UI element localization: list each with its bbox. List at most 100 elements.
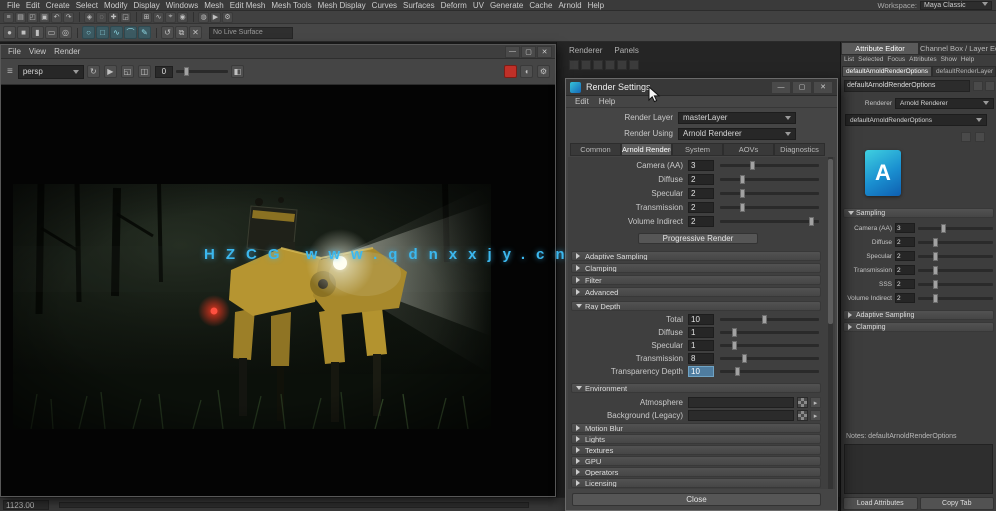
section-gpu[interactable]: GPU — [571, 456, 821, 466]
menu-edit[interactable]: Edit — [570, 97, 594, 106]
save-scene-icon[interactable]: ▣ — [39, 11, 50, 23]
slider-handle[interactable] — [933, 251, 938, 261]
close-button[interactable]: ✕ — [813, 80, 833, 94]
render-view-menu-file[interactable]: File — [4, 47, 25, 56]
section-textures[interactable]: Textures — [571, 445, 821, 455]
checker-map-icon[interactable] — [797, 410, 808, 421]
history-icon[interactable]: ↺ — [161, 26, 174, 39]
select-mask-icon[interactable]: ◈ — [84, 11, 95, 23]
menu-help[interactable]: Help — [585, 1, 607, 10]
scrollbar-track[interactable] — [828, 157, 833, 489]
diffuse-samples-slider[interactable] — [720, 175, 819, 184]
tab-diagnostics[interactable]: Diagnostics — [774, 143, 825, 156]
menu-windows[interactable]: Windows — [163, 1, 201, 10]
value-field[interactable]: 2 — [895, 293, 915, 303]
render-view-menu-render[interactable]: Render — [50, 47, 84, 56]
ray-total-slider[interactable] — [720, 315, 819, 324]
transmission-samples-slider[interactable] — [720, 203, 819, 212]
menu-modify[interactable]: Modify — [101, 1, 131, 10]
display-channel-icon[interactable]: ◧ — [230, 65, 244, 78]
poly-torus-icon[interactable]: ◎ — [59, 26, 72, 39]
slider-handle[interactable] — [731, 328, 737, 337]
menu-attributes[interactable]: Attributes — [909, 56, 936, 65]
section-operators[interactable]: Operators — [571, 467, 821, 477]
slider-handle[interactable] — [940, 223, 946, 233]
open-scene-icon[interactable]: ◰ — [27, 11, 38, 23]
menu-mesh-tools[interactable]: Mesh Tools — [268, 1, 314, 10]
section-ray-depth[interactable]: Ray Depth — [571, 301, 821, 311]
frame-field[interactable]: 1123.00 — [3, 499, 49, 510]
render-view-menu-view[interactable]: View — [25, 47, 50, 56]
snap-point-icon[interactable]: ⌖ — [165, 11, 176, 23]
tab-arnold-renderer[interactable]: Arnold Renderer — [621, 143, 672, 156]
presets-icon[interactable] — [985, 81, 995, 91]
ray-diffuse-slider[interactable] — [720, 328, 819, 337]
connection-icon[interactable]: ▸ — [810, 410, 821, 421]
transmission-samples-field[interactable]: 2 — [688, 202, 714, 213]
maximize-button[interactable]: ▢ — [792, 80, 812, 94]
maximize-button[interactable]: ▢ — [521, 45, 536, 58]
background-field[interactable] — [688, 410, 794, 421]
main-menu-icon[interactable]: ≡ — [3, 11, 14, 23]
section-environment[interactable]: Environment — [571, 383, 821, 393]
copy-tab-button[interactable]: Copy Tab — [919, 497, 994, 510]
slider-handle[interactable] — [749, 161, 755, 170]
panel-menu-renderer[interactable]: Renderer — [569, 46, 602, 55]
menu-edit[interactable]: Edit — [23, 1, 43, 10]
menu-arnold[interactable]: Arnold — [555, 1, 584, 10]
value-field[interactable]: 2 — [895, 265, 915, 275]
tab-attribute-editor[interactable]: Attribute Editor — [841, 42, 919, 55]
gamma-slider[interactable] — [175, 67, 228, 76]
menu-file[interactable]: File — [4, 1, 23, 10]
scale-tool-icon[interactable]: ◲ — [120, 11, 131, 23]
scrollbar-thumb[interactable] — [828, 159, 833, 324]
minimize-button[interactable]: — — [505, 45, 520, 58]
toolbar-menu-icon[interactable]: ≡ — [5, 66, 15, 77]
section-motion-blur[interactable]: Motion Blur — [571, 423, 821, 433]
nurbs-circle-icon[interactable]: ○ — [82, 26, 95, 39]
gamma-value-field[interactable]: 0 — [154, 65, 173, 78]
node-select-dropdown[interactable]: defaultArnoldRenderOptions — [845, 114, 987, 126]
slider-handle[interactable] — [809, 217, 815, 226]
camera-aa-field[interactable]: 3 — [688, 160, 714, 171]
undo-icon[interactable]: ↶ — [51, 11, 62, 23]
value-field[interactable]: 2 — [895, 279, 915, 289]
specular-samples-slider[interactable] — [720, 189, 819, 198]
menu-focus[interactable]: Focus — [887, 56, 905, 65]
section-lights[interactable]: Lights — [571, 434, 821, 444]
ray-specular-slider[interactable] — [720, 341, 819, 350]
tab-common[interactable]: Common — [570, 143, 621, 156]
slider[interactable] — [918, 223, 993, 233]
ae-renderer-selector[interactable]: Arnold Renderer — [895, 97, 994, 109]
menu-selected[interactable]: Selected — [858, 56, 883, 65]
section-sampling[interactable]: Sampling — [843, 208, 994, 218]
ipr-render-icon[interactable]: ▶ — [210, 11, 221, 23]
slider-handle[interactable] — [739, 189, 745, 198]
connection-icon[interactable]: ▸ — [810, 397, 821, 408]
render-current-frame-icon[interactable]: ◍ — [198, 11, 209, 23]
checker-map-icon[interactable] — [797, 397, 808, 408]
snap-view-icon[interactable]: ◉ — [177, 11, 188, 23]
new-scene-icon[interactable]: ▤ — [15, 11, 26, 23]
node-name-field[interactable]: defaultArnoldRenderOptions — [844, 80, 970, 92]
atmosphere-field[interactable] — [688, 397, 794, 408]
section-filter[interactable]: Filter — [571, 275, 821, 285]
section-adaptive-sampling[interactable]: Adaptive Sampling — [843, 310, 994, 320]
camera-selector[interactable]: persp — [17, 64, 84, 79]
menu-deform[interactable]: Deform — [438, 1, 470, 10]
slider[interactable] — [918, 293, 993, 303]
snap-curve-icon[interactable]: ∿ — [153, 11, 164, 23]
nurbs-square-icon[interactable]: □ — [96, 26, 109, 39]
tab-aovs[interactable]: AOVs — [723, 143, 774, 156]
menu-surfaces[interactable]: Surfaces — [400, 1, 438, 10]
poly-sphere-icon[interactable]: ● — [3, 26, 16, 39]
lasso-select-icon[interactable]: ◌ — [96, 11, 107, 23]
curve-tool-icon[interactable]: ∿ — [110, 26, 123, 39]
delete-icon[interactable]: ✕ — [189, 26, 202, 39]
texture-icon[interactable] — [975, 132, 985, 142]
stop-render-button[interactable] — [504, 65, 517, 78]
focus-icon[interactable] — [973, 81, 983, 91]
arc-tool-icon[interactable]: ⌒ — [124, 26, 137, 39]
menu-edit-mesh[interactable]: Edit Mesh — [227, 1, 269, 10]
progressive-render-button[interactable]: Progressive Render — [638, 233, 758, 244]
